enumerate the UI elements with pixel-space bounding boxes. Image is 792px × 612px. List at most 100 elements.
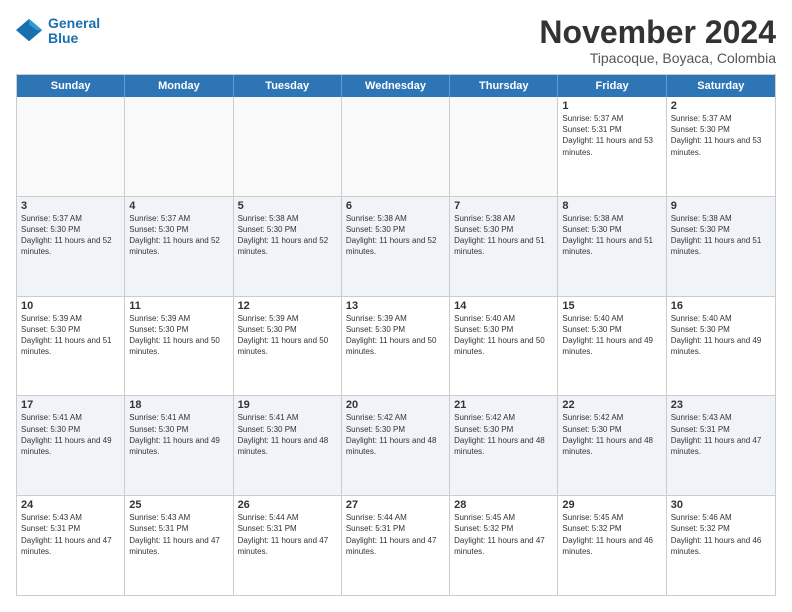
day-number: 19	[238, 399, 337, 411]
calendar-cell-3-4: 21Sunrise: 5:42 AMSunset: 5:30 PMDayligh…	[450, 396, 558, 495]
day-number: 25	[129, 499, 228, 511]
logo: General Blue	[16, 16, 100, 47]
calendar-header: SundayMondayTuesdayWednesdayThursdayFrid…	[17, 75, 775, 97]
logo-general: General	[48, 15, 100, 31]
weekday-header-wednesday: Wednesday	[342, 75, 450, 97]
calendar-cell-0-3	[342, 97, 450, 196]
month-title: November 2024	[539, 16, 776, 48]
calendar-cell-3-0: 17Sunrise: 5:41 AMSunset: 5:30 PMDayligh…	[17, 396, 125, 495]
calendar-cell-1-1: 4Sunrise: 5:37 AMSunset: 5:30 PMDaylight…	[125, 197, 233, 296]
day-number: 22	[562, 399, 661, 411]
day-number: 14	[454, 300, 553, 312]
calendar-body: 1Sunrise: 5:37 AMSunset: 5:31 PMDaylight…	[17, 97, 775, 595]
day-info: Sunrise: 5:37 AMSunset: 5:30 PMDaylight:…	[671, 113, 771, 158]
calendar-cell-2-1: 11Sunrise: 5:39 AMSunset: 5:30 PMDayligh…	[125, 297, 233, 396]
day-number: 20	[346, 399, 445, 411]
day-number: 9	[671, 200, 771, 212]
day-number: 24	[21, 499, 120, 511]
calendar: SundayMondayTuesdayWednesdayThursdayFrid…	[16, 74, 776, 596]
day-number: 16	[671, 300, 771, 312]
day-number: 5	[238, 200, 337, 212]
day-info: Sunrise: 5:39 AMSunset: 5:30 PMDaylight:…	[346, 313, 445, 358]
calendar-cell-1-2: 5Sunrise: 5:38 AMSunset: 5:30 PMDaylight…	[234, 197, 342, 296]
day-info: Sunrise: 5:43 AMSunset: 5:31 PMDaylight:…	[671, 412, 771, 457]
calendar-cell-2-3: 13Sunrise: 5:39 AMSunset: 5:30 PMDayligh…	[342, 297, 450, 396]
day-info: Sunrise: 5:40 AMSunset: 5:30 PMDaylight:…	[671, 313, 771, 358]
calendar-cell-1-6: 9Sunrise: 5:38 AMSunset: 5:30 PMDaylight…	[667, 197, 775, 296]
calendar-cell-3-3: 20Sunrise: 5:42 AMSunset: 5:30 PMDayligh…	[342, 396, 450, 495]
day-info: Sunrise: 5:38 AMSunset: 5:30 PMDaylight:…	[238, 213, 337, 258]
day-number: 29	[562, 499, 661, 511]
day-number: 28	[454, 499, 553, 511]
day-info: Sunrise: 5:39 AMSunset: 5:30 PMDaylight:…	[129, 313, 228, 358]
day-info: Sunrise: 5:38 AMSunset: 5:30 PMDaylight:…	[671, 213, 771, 258]
day-info: Sunrise: 5:37 AMSunset: 5:31 PMDaylight:…	[562, 113, 661, 158]
day-number: 23	[671, 399, 771, 411]
day-number: 10	[21, 300, 120, 312]
day-number: 1	[562, 100, 661, 112]
calendar-cell-1-3: 6Sunrise: 5:38 AMSunset: 5:30 PMDaylight…	[342, 197, 450, 296]
calendar-cell-4-0: 24Sunrise: 5:43 AMSunset: 5:31 PMDayligh…	[17, 496, 125, 595]
calendar-cell-2-0: 10Sunrise: 5:39 AMSunset: 5:30 PMDayligh…	[17, 297, 125, 396]
day-info: Sunrise: 5:44 AMSunset: 5:31 PMDaylight:…	[346, 512, 445, 557]
calendar-cell-2-4: 14Sunrise: 5:40 AMSunset: 5:30 PMDayligh…	[450, 297, 558, 396]
day-info: Sunrise: 5:38 AMSunset: 5:30 PMDaylight:…	[562, 213, 661, 258]
day-number: 15	[562, 300, 661, 312]
calendar-row-3: 17Sunrise: 5:41 AMSunset: 5:30 PMDayligh…	[17, 396, 775, 496]
calendar-cell-4-3: 27Sunrise: 5:44 AMSunset: 5:31 PMDayligh…	[342, 496, 450, 595]
location: Tipacoque, Boyaca, Colombia	[539, 50, 776, 66]
calendar-cell-0-2	[234, 97, 342, 196]
calendar-cell-0-5: 1Sunrise: 5:37 AMSunset: 5:31 PMDaylight…	[558, 97, 666, 196]
day-info: Sunrise: 5:45 AMSunset: 5:32 PMDaylight:…	[562, 512, 661, 557]
calendar-cell-3-6: 23Sunrise: 5:43 AMSunset: 5:31 PMDayligh…	[667, 396, 775, 495]
page: General Blue November 2024 Tipacoque, Bo…	[0, 0, 792, 612]
day-info: Sunrise: 5:41 AMSunset: 5:30 PMDaylight:…	[238, 412, 337, 457]
day-info: Sunrise: 5:38 AMSunset: 5:30 PMDaylight:…	[454, 213, 553, 258]
day-info: Sunrise: 5:42 AMSunset: 5:30 PMDaylight:…	[346, 412, 445, 457]
calendar-cell-4-6: 30Sunrise: 5:46 AMSunset: 5:32 PMDayligh…	[667, 496, 775, 595]
calendar-row-2: 10Sunrise: 5:39 AMSunset: 5:30 PMDayligh…	[17, 297, 775, 397]
calendar-cell-3-5: 22Sunrise: 5:42 AMSunset: 5:30 PMDayligh…	[558, 396, 666, 495]
header: General Blue November 2024 Tipacoque, Bo…	[16, 16, 776, 66]
calendar-row-1: 3Sunrise: 5:37 AMSunset: 5:30 PMDaylight…	[17, 197, 775, 297]
calendar-cell-2-2: 12Sunrise: 5:39 AMSunset: 5:30 PMDayligh…	[234, 297, 342, 396]
day-info: Sunrise: 5:40 AMSunset: 5:30 PMDaylight:…	[562, 313, 661, 358]
calendar-cell-4-1: 25Sunrise: 5:43 AMSunset: 5:31 PMDayligh…	[125, 496, 233, 595]
calendar-cell-0-1	[125, 97, 233, 196]
calendar-cell-0-0	[17, 97, 125, 196]
weekday-header-monday: Monday	[125, 75, 233, 97]
day-number: 13	[346, 300, 445, 312]
day-info: Sunrise: 5:42 AMSunset: 5:30 PMDaylight:…	[454, 412, 553, 457]
day-number: 7	[454, 200, 553, 212]
calendar-row-4: 24Sunrise: 5:43 AMSunset: 5:31 PMDayligh…	[17, 496, 775, 595]
day-number: 12	[238, 300, 337, 312]
day-info: Sunrise: 5:38 AMSunset: 5:30 PMDaylight:…	[346, 213, 445, 258]
weekday-header-tuesday: Tuesday	[234, 75, 342, 97]
day-number: 26	[238, 499, 337, 511]
day-number: 30	[671, 499, 771, 511]
calendar-row-0: 1Sunrise: 5:37 AMSunset: 5:31 PMDaylight…	[17, 97, 775, 197]
calendar-cell-0-4	[450, 97, 558, 196]
calendar-cell-1-0: 3Sunrise: 5:37 AMSunset: 5:30 PMDaylight…	[17, 197, 125, 296]
day-info: Sunrise: 5:41 AMSunset: 5:30 PMDaylight:…	[129, 412, 228, 457]
day-number: 2	[671, 100, 771, 112]
day-info: Sunrise: 5:40 AMSunset: 5:30 PMDaylight:…	[454, 313, 553, 358]
day-info: Sunrise: 5:46 AMSunset: 5:32 PMDaylight:…	[671, 512, 771, 557]
title-block: November 2024 Tipacoque, Boyaca, Colombi…	[539, 16, 776, 66]
day-info: Sunrise: 5:44 AMSunset: 5:31 PMDaylight:…	[238, 512, 337, 557]
day-number: 21	[454, 399, 553, 411]
day-info: Sunrise: 5:37 AMSunset: 5:30 PMDaylight:…	[21, 213, 120, 258]
logo-text: General Blue	[48, 16, 100, 47]
day-info: Sunrise: 5:39 AMSunset: 5:30 PMDaylight:…	[21, 313, 120, 358]
day-info: Sunrise: 5:43 AMSunset: 5:31 PMDaylight:…	[21, 512, 120, 557]
weekday-header-thursday: Thursday	[450, 75, 558, 97]
day-number: 27	[346, 499, 445, 511]
day-info: Sunrise: 5:42 AMSunset: 5:30 PMDaylight:…	[562, 412, 661, 457]
day-number: 8	[562, 200, 661, 212]
calendar-cell-0-6: 2Sunrise: 5:37 AMSunset: 5:30 PMDaylight…	[667, 97, 775, 196]
day-number: 18	[129, 399, 228, 411]
day-info: Sunrise: 5:39 AMSunset: 5:30 PMDaylight:…	[238, 313, 337, 358]
logo-blue: Blue	[48, 31, 100, 46]
calendar-cell-3-1: 18Sunrise: 5:41 AMSunset: 5:30 PMDayligh…	[125, 396, 233, 495]
day-info: Sunrise: 5:45 AMSunset: 5:32 PMDaylight:…	[454, 512, 553, 557]
